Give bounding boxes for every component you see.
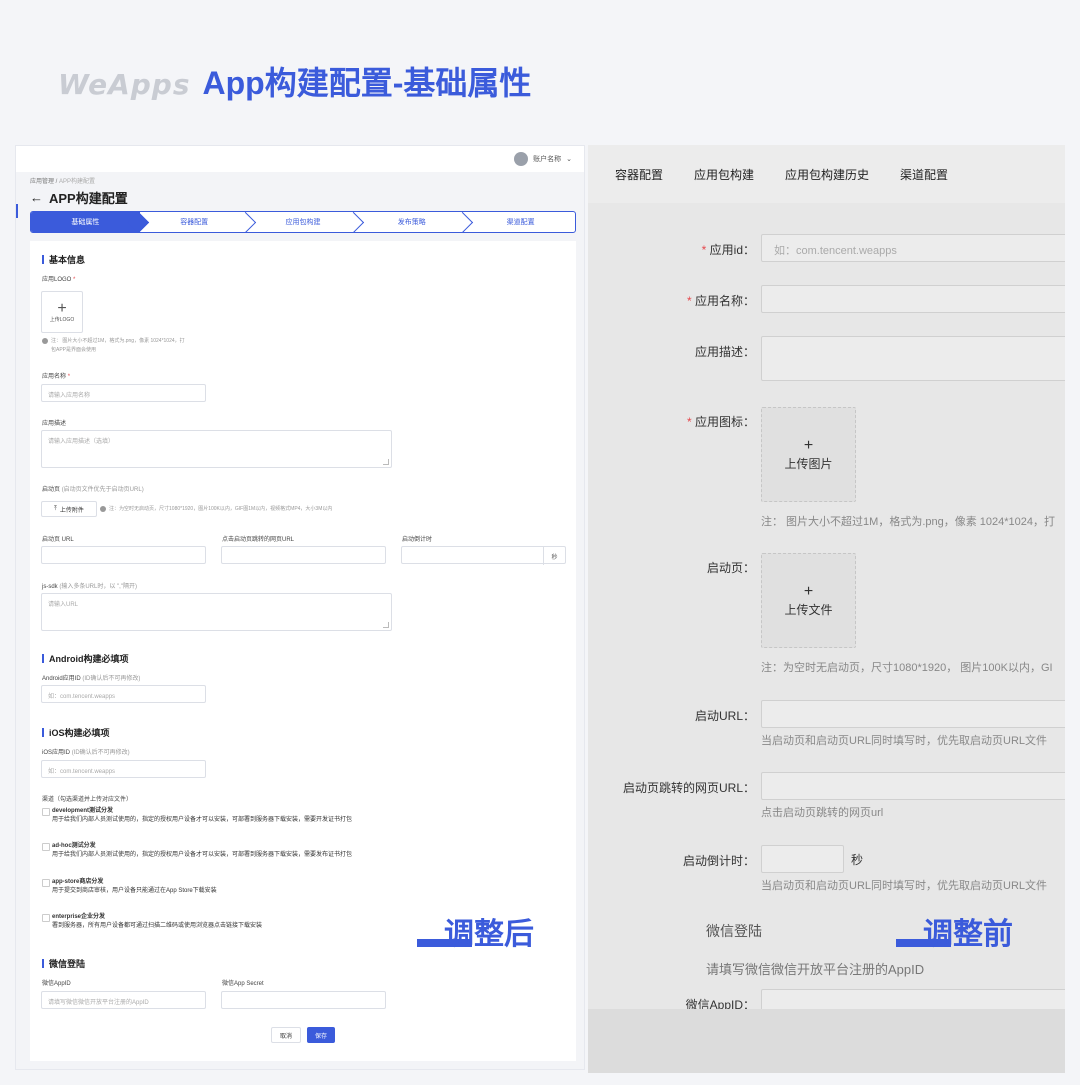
splash-url-input[interactable]: [41, 546, 206, 564]
name-label: 应用名称 *: [42, 374, 71, 380]
ios-id-label: iOS应用ID (ID确认后不可再修改): [42, 750, 130, 756]
channel-appstore-checkbox[interactable]: app-store商店分发 用于提交到商店审核，用户设备只能通过在App Stor…: [42, 878, 217, 896]
brand-logo: WeApps: [58, 68, 191, 101]
after-tag: 调整后: [444, 918, 534, 951]
wechat-secret-input[interactable]: [221, 991, 386, 1009]
back-arrow-icon[interactable]: ←: [30, 190, 43, 205]
app-id-input[interactable]: 如：com.tencent.weapps: [761, 234, 1065, 262]
tab-build[interactable]: 应用包构建: [694, 166, 754, 183]
info-icon: [42, 337, 48, 344]
seconds-label: 秒: [851, 853, 864, 867]
countdown-label: 启动倒计时: [402, 537, 433, 543]
wechat-appid-input[interactable]: 请填写微信微信开放平台注册的AppID: [41, 991, 206, 1009]
ios-id-input[interactable]: 如：com.tencent.weapps: [41, 760, 206, 778]
app-id-label: * 应用id：: [701, 243, 755, 257]
wechat-title-old: 微信登陆: [706, 923, 762, 939]
tab-build-history[interactable]: 应用包构建历史: [785, 166, 869, 183]
app-name-label: * 应用名称：: [686, 294, 755, 308]
countdown-input[interactable]: 秒: [401, 546, 566, 565]
upload-icon: ⤒: [54, 505, 57, 512]
android-id-label: Android应用ID (ID确认后不可再修改): [42, 676, 141, 682]
logo-note: 注： 图片大小不超过1M，格式为.png，像素 1024*1024，打 包APP是…: [42, 337, 185, 355]
step-tabs: 基础属性 容器配置 应用包构建 发布策略 渠道配置: [30, 211, 576, 233]
channel-label: 渠道（勾选渠道并上传对应文件）: [42, 797, 133, 803]
section-android: Android构建必填项: [42, 652, 129, 665]
chevron-down-icon[interactable]: ⌄: [566, 155, 572, 163]
plus-icon: +: [803, 583, 814, 600]
splash-label: 启动页 (启动页文件优先于启动页URL): [42, 487, 144, 493]
breadcrumb-root[interactable]: 应用管理 /: [30, 179, 59, 185]
top-bar: 账户名称 ⌄: [16, 146, 584, 172]
account-name[interactable]: 账户名称: [533, 154, 561, 164]
splash-note: 注：为空时无启动页，尺寸1080*1920， 图片100K以内，GI: [761, 662, 1053, 674]
save-button[interactable]: 保存: [307, 1027, 335, 1043]
logo-label: 应用LOGO *: [42, 277, 76, 283]
section-wechat: 微信登陆: [42, 957, 85, 970]
footer-bar: [588, 1009, 1065, 1073]
launch-url-note: 当启动页和启动页URL同时填写时，优先取启动页URL文件: [761, 735, 1048, 747]
launch-url-label: 启动URL：: [694, 709, 755, 723]
countdown-input-old[interactable]: [761, 845, 844, 873]
step-channel[interactable]: 渠道配置: [466, 212, 575, 232]
tab-container[interactable]: 容器配置: [615, 166, 663, 183]
app-icon-label: * 应用图标：: [686, 415, 755, 429]
splash-upload-box[interactable]: + 上传文件: [761, 553, 856, 648]
breadcrumb-current: APP构建配置: [59, 179, 96, 185]
info-icon: [100, 505, 106, 512]
app-desc-label: 应用描述：: [694, 345, 755, 359]
countdown-note: 当启动页和启动页URL同时填写时，优先取启动页URL文件: [761, 880, 1048, 892]
splash-label-old: 启动页：: [706, 561, 755, 575]
before-tag: 调整前: [923, 918, 1013, 951]
channel-enterprise-checkbox[interactable]: enterprise企业分发 署到服务器，所有用户设备都可通过扫描二维码或使用浏览…: [42, 913, 262, 931]
avatar[interactable]: [514, 152, 529, 166]
channel-development-checkbox[interactable]: development测试分发 用于给我们内部人员测试使用的，指定的授权用户设备才…: [42, 807, 352, 825]
icon-upload-box[interactable]: + 上传图片: [761, 407, 856, 502]
wechat-note-old: 请填写微信微信开放平台注册的AppID: [706, 962, 925, 977]
app-name-input[interactable]: 请输入应用名称: [41, 384, 206, 402]
app-name-input-old[interactable]: [761, 285, 1065, 313]
upload-attachment-button[interactable]: ⤒ 上传附件: [41, 501, 97, 517]
wechat-appid-label: 微信AppID: [42, 981, 71, 987]
jssdk-label: js-sdk (输入多条URL时，以 ","隔开): [42, 584, 137, 590]
cancel-button[interactable]: 取消: [271, 1027, 301, 1043]
page-heading: App构建配置-基础属性: [202, 65, 532, 101]
channel-adhoc-checkbox[interactable]: ad-hoc测试分发 用于给我们内部人员测试使用的，指定的授权用户设备才可以安装，…: [42, 842, 352, 860]
launch-url-input[interactable]: [761, 700, 1065, 728]
header: WeApps App构建配置-基础属性: [58, 58, 531, 104]
countdown-label-old: 启动倒计时：: [682, 854, 755, 868]
section-basic: 基本信息: [42, 253, 85, 266]
url-label: 启动页 URL: [42, 537, 74, 543]
side-indicator: [16, 204, 18, 218]
icon-note: 注： 图片大小不超过1M，格式为.png，像素 1024*1024，打: [761, 516, 1056, 528]
breadcrumb: 应用管理 / APP构建配置: [30, 176, 95, 185]
step-basic[interactable]: 基础属性: [31, 212, 140, 232]
app-desc-input-old[interactable]: [761, 336, 1065, 381]
jump-url-note: 点击启动页跳转的网页url: [761, 807, 884, 819]
page-title-text: APP构建配置: [49, 191, 128, 206]
section-ios: iOS构建必填项: [42, 726, 110, 739]
jump-url-input[interactable]: [221, 546, 386, 564]
logo-upload[interactable]: + 上传LOGO: [41, 291, 83, 333]
app-desc-textarea[interactable]: 请输入应用描述（选填）: [41, 430, 392, 468]
tab-channel[interactable]: 渠道配置: [900, 166, 948, 183]
step-container[interactable]: 容器配置: [140, 212, 249, 232]
desc-label: 应用描述: [42, 421, 67, 427]
page-title: ← APP构建配置: [30, 188, 128, 207]
plus-icon: +: [803, 437, 814, 454]
jssdk-textarea[interactable]: 请输入URL: [41, 593, 392, 631]
jump-url-input-old[interactable]: [761, 772, 1065, 800]
upload-note: 注：为空时无启动页，尺寸1080*1920，图片100K以内，GIF图1M以内，…: [100, 505, 332, 514]
tab-bar: 容器配置 应用包构建 应用包构建历史 渠道配置: [588, 145, 1065, 203]
android-id-input[interactable]: 如：com.tencent.weapps: [41, 685, 206, 703]
step-build[interactable]: 应用包构建: [249, 212, 358, 232]
wechat-secret-label: 微信App Secret: [222, 981, 264, 987]
plus-icon: +: [57, 299, 67, 317]
step-release[interactable]: 发布策略: [357, 212, 466, 232]
seconds-suffix: 秒: [543, 547, 565, 565]
jump-url-label-old: 启动页跳转的网页URL：: [622, 781, 755, 795]
jump-url-label: 点击启动页跳转的网页URL: [222, 537, 295, 543]
